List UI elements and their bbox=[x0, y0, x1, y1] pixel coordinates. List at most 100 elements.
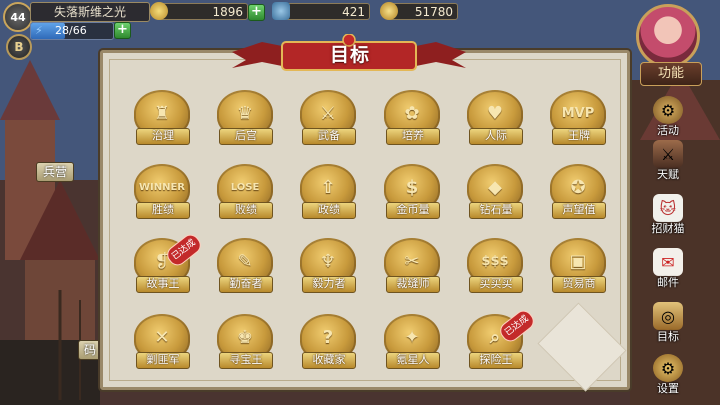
achievement-glyph: ♆ bbox=[319, 250, 337, 272]
coin-value: 1896 bbox=[212, 5, 243, 19]
achievement-cell[interactable]: ⌕ 探险王 已达成 bbox=[463, 307, 538, 370]
achievement-cell[interactable]: ✂ 裁缝师 bbox=[380, 238, 444, 294]
achievement-label: 收藏家 bbox=[302, 352, 356, 369]
sidebar-item-lucky-cat[interactable]: 🐱 招财猫 bbox=[644, 194, 692, 238]
energy-value: 28/66 bbox=[55, 24, 87, 37]
achievement-glyph: ◆ bbox=[488, 176, 502, 198]
sidebar-item-label: 邮件 bbox=[657, 276, 679, 289]
gem-counter: 51780 bbox=[388, 3, 458, 20]
achievement-label: 裁缝师 bbox=[386, 276, 440, 293]
achievement-label: 武备 bbox=[302, 128, 356, 145]
achievement-glyph: ✕ bbox=[154, 326, 170, 348]
achievement-cell[interactable]: ♥ 人际 bbox=[463, 90, 527, 146]
achievement-cell[interactable]: ♚ 寻宝王 bbox=[213, 314, 277, 370]
sidebar-item-label: 天赋 bbox=[657, 168, 679, 181]
achievement-label: 败绩 bbox=[219, 202, 273, 219]
achievement-cell[interactable]: ? 收藏家 bbox=[296, 314, 360, 370]
achievement-glyph: ⇧ bbox=[320, 176, 336, 198]
player-level: 44 bbox=[3, 2, 33, 32]
add-coin-button[interactable]: + bbox=[248, 4, 265, 21]
achievement-glyph: $ bbox=[405, 176, 419, 198]
gem-value: 51780 bbox=[414, 5, 453, 19]
achievement-cell[interactable]: ♛ 后宫 bbox=[213, 90, 277, 146]
achievement-label: 氪星人 bbox=[386, 352, 440, 369]
achievement-glyph: ⚔ bbox=[319, 102, 337, 124]
achievement-cell[interactable]: $ 金币量 bbox=[380, 164, 444, 220]
sidebar-item-label: 活动 bbox=[657, 124, 679, 137]
achievement-label: 勤奋者 bbox=[219, 276, 273, 293]
gem-icon bbox=[380, 2, 398, 20]
achievement-glyph: ✂ bbox=[404, 250, 420, 272]
sidebar-item-activity[interactable]: ⚙ 活动 bbox=[644, 96, 692, 140]
achievement-label: 培养 bbox=[386, 128, 440, 145]
target-icon: ◎ bbox=[653, 302, 683, 330]
achievement-label: 人际 bbox=[469, 128, 523, 145]
achievement-label: 钻石量 bbox=[469, 202, 523, 219]
achievement-cell[interactable]: ♆ 毅力者 bbox=[296, 238, 360, 294]
sidebar-item-settings[interactable]: ⚙ 设置 bbox=[644, 354, 692, 398]
achievement-cell[interactable]: ❡ 故事王 已达成 bbox=[130, 231, 205, 294]
achievement-label: 寻宝王 bbox=[219, 352, 273, 369]
sidebar-item-talent[interactable]: ⚔ 天赋 bbox=[644, 140, 692, 184]
player-avatar[interactable] bbox=[636, 4, 700, 68]
achievement-glyph: ✦ bbox=[404, 326, 420, 348]
sidebar-item-target[interactable]: ◎ 目标 bbox=[644, 302, 692, 346]
achievement-glyph: ▣ bbox=[569, 250, 587, 272]
sidebar-item-label: 设置 bbox=[657, 382, 679, 395]
achievement-cell[interactable]: LOSE 败绩 bbox=[213, 164, 277, 220]
achievement-glyph: MVP bbox=[561, 105, 595, 121]
achievement-glyph: $$$ bbox=[481, 253, 509, 269]
achievement-label: 买买买 bbox=[469, 276, 523, 293]
achievement-cell[interactable]: WINNER 胜绩 bbox=[130, 164, 194, 220]
achievement-glyph: ✎ bbox=[237, 250, 253, 272]
achievement-label: 政绩 bbox=[302, 202, 356, 219]
achievement-cell[interactable]: ◆ 钻石量 bbox=[463, 164, 527, 220]
achievement-cell[interactable]: ♜ 治理 bbox=[130, 90, 194, 146]
achievement-cell[interactable]: ⇧ 政绩 bbox=[296, 164, 360, 220]
achievement-glyph: LOSE bbox=[230, 181, 260, 193]
sidebar-item-mail[interactable]: ✉ 邮件 bbox=[644, 248, 692, 292]
achievement-cell[interactable]: ✪ 声望值 bbox=[546, 164, 610, 220]
potion-value: 421 bbox=[342, 5, 365, 19]
potion-icon bbox=[272, 2, 290, 20]
achievement-cell[interactable]: ⚔ 武备 bbox=[296, 90, 360, 146]
lightning-icon: ⚡ bbox=[35, 24, 43, 37]
achievement-cell[interactable]: MVP 王牌 bbox=[546, 90, 610, 146]
panel-title: 目标 bbox=[329, 44, 370, 66]
achievement-label: 剿匪军 bbox=[136, 352, 190, 369]
vip-badge[interactable]: B bbox=[6, 34, 32, 60]
achievement-glyph: ✪ bbox=[570, 176, 586, 198]
function-button[interactable]: 功能 bbox=[640, 62, 702, 86]
settings-icon: ⚙ bbox=[653, 354, 683, 382]
achievement-cell[interactable]: $$$ 买买买 bbox=[463, 238, 527, 294]
energy-bar: ⚡ 28/66 bbox=[30, 22, 114, 40]
achievement-label: 后宫 bbox=[219, 128, 273, 145]
achievement-label: 故事王 bbox=[136, 276, 190, 293]
achievement-cell[interactable]: ✕ 剿匪军 bbox=[130, 314, 194, 370]
achievement-label: 探险王 bbox=[469, 352, 523, 369]
achievement-cell[interactable]: ✦ 氪星人 bbox=[380, 314, 444, 370]
coin-icon bbox=[150, 2, 168, 20]
lucky-cat-icon: 🐱 bbox=[653, 194, 683, 222]
dock-label[interactable]: 码 bbox=[78, 340, 102, 360]
achievement-label: 声望值 bbox=[552, 202, 606, 219]
achievement-cell[interactable]: ✎ 勤奋者 bbox=[213, 238, 277, 294]
potion-counter: 421 bbox=[278, 3, 370, 20]
sidebar-item-label: 目标 bbox=[657, 330, 679, 343]
player-name[interactable]: 失落斯维之光 bbox=[30, 2, 150, 22]
achievement-glyph: WINNER bbox=[138, 181, 186, 193]
barracks-label[interactable]: 兵营 bbox=[36, 162, 74, 182]
achievement-cell[interactable]: ✿ 培养 bbox=[380, 90, 444, 146]
coin-counter: 1896 bbox=[158, 3, 248, 20]
achievement-glyph: ♥ bbox=[486, 102, 504, 124]
achievement-glyph: ✿ bbox=[404, 102, 420, 124]
add-energy-button[interactable]: + bbox=[114, 22, 131, 39]
sidebar-item-label: 招财猫 bbox=[651, 222, 685, 235]
talent-icon: ⚔ bbox=[653, 140, 683, 168]
achievement-label: 贸易商 bbox=[552, 276, 606, 293]
achievement-glyph: ⌕ bbox=[489, 326, 501, 348]
achievement-cell[interactable]: ▣ 贸易商 bbox=[546, 238, 610, 294]
achievement-glyph: ♜ bbox=[153, 102, 171, 124]
gear-medal-icon: ⚙ bbox=[653, 96, 683, 124]
achievement-glyph: ? bbox=[322, 326, 334, 348]
